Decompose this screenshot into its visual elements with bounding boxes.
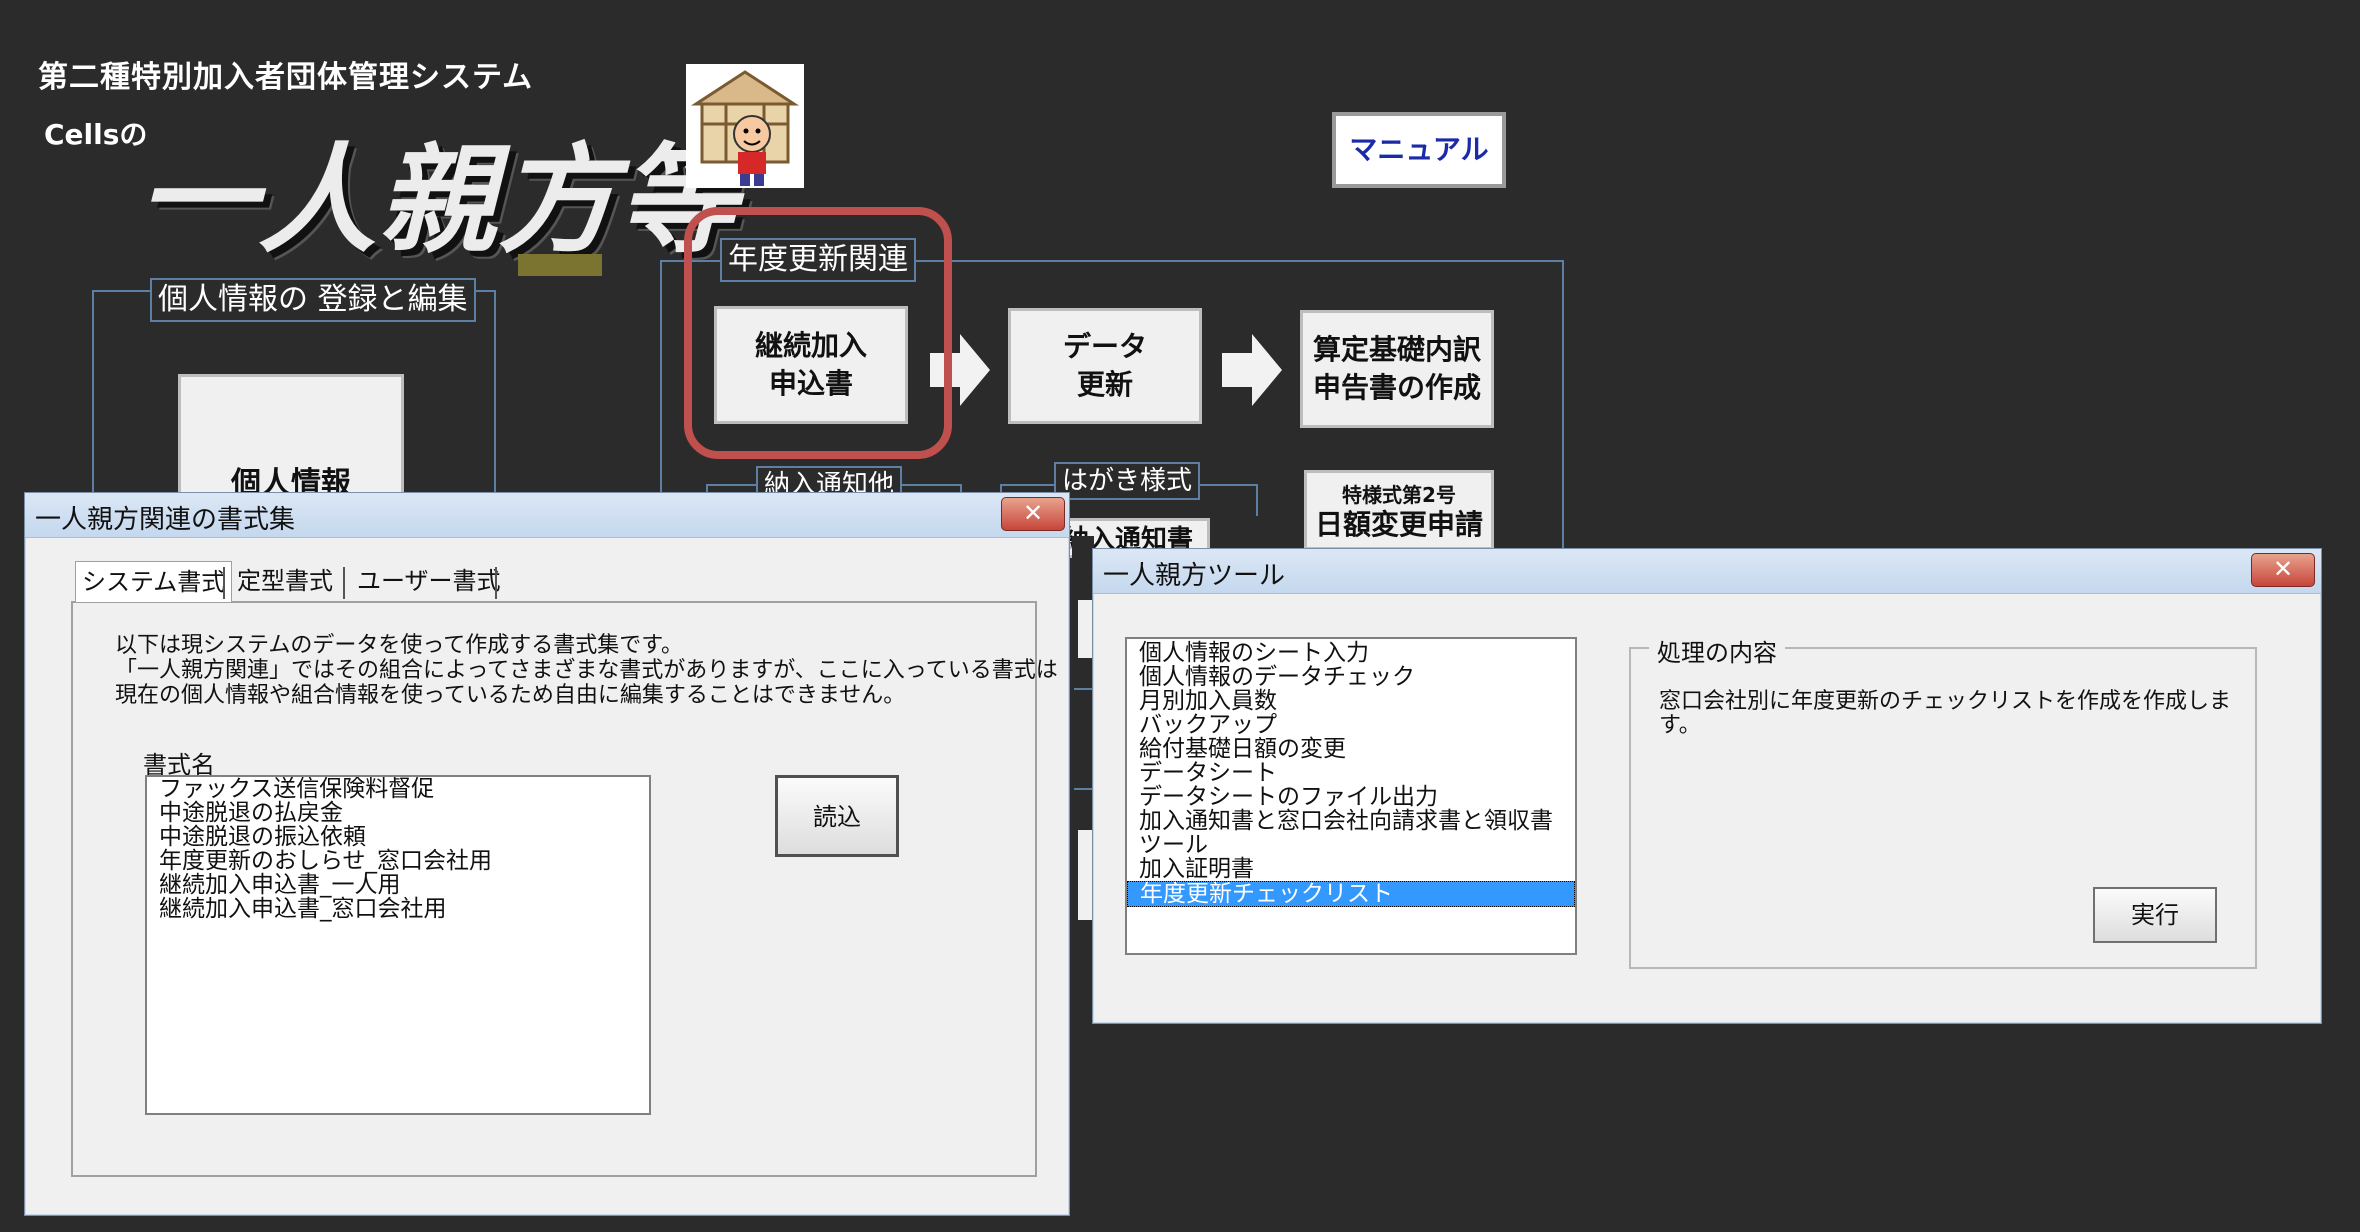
forms-description-line: 以下は現システムのデータを使って作成する書式集です。 bbox=[115, 633, 684, 658]
list-item[interactable]: 継続加入申込書_窓口会社用 bbox=[147, 897, 649, 921]
list-item[interactable]: 年度更新のおしらせ_窓口会社用 bbox=[147, 849, 649, 873]
calc-basis-report-button[interactable]: 算定基礎内訳 申告書の作成 bbox=[1300, 310, 1494, 428]
list-item[interactable]: データシートのファイル出力 bbox=[1127, 785, 1575, 809]
forms-description-line: 「一人親方関連」ではその組合によってさまざまな書式がありますが、ここに入っている… bbox=[115, 658, 1058, 683]
list-item[interactable]: 個人情報のデータチェック bbox=[1127, 665, 1575, 689]
list-item[interactable]: データシート bbox=[1127, 761, 1575, 785]
forms-description-line: 現在の個人情報や組合情報を使っているため自由に編集することはできません。 bbox=[115, 683, 906, 708]
tab-separator bbox=[343, 567, 345, 599]
daily-change-label: 日額変更申請 bbox=[1314, 508, 1483, 541]
tab-standard-forms[interactable]: 定型書式 bbox=[231, 561, 339, 601]
tools-dialog: 一人親方ツール ✕ 個人情報のシート入力 個人情報のデータチェック 月別加入員数… bbox=[1092, 548, 2322, 1024]
list-item[interactable]: 加入通知書と窓口会社向請求書と領収書 bbox=[1127, 809, 1575, 833]
tools-dialog-title: 一人親方ツール bbox=[1103, 561, 1286, 591]
data-update-button[interactable]: データ 更新 bbox=[1008, 308, 1202, 424]
list-item[interactable]: バックアップ bbox=[1127, 713, 1575, 737]
list-item[interactable]: 月別加入員数 bbox=[1127, 689, 1575, 713]
run-button[interactable]: 実行 bbox=[2093, 887, 2217, 943]
tab-separator bbox=[223, 567, 225, 599]
form-name-list[interactable]: ファックス送信保険料督促 中途脱退の払戻金 中途脱退の振込依頼 年度更新のおしら… bbox=[145, 775, 651, 1115]
list-item[interactable]: ファックス送信保険料督促 bbox=[147, 777, 649, 801]
close-icon[interactable]: ✕ bbox=[1001, 497, 1065, 531]
list-item[interactable]: 給付基礎日額の変更 bbox=[1127, 737, 1575, 761]
list-item[interactable]: 継続加入申込書_一人用 bbox=[147, 873, 649, 897]
list-item[interactable]: 中途脱退の払戻金 bbox=[147, 801, 649, 825]
personal-info-legend: 個人情報の 登録と編集 bbox=[150, 278, 476, 322]
app-logo-text: 一人親方等 bbox=[138, 131, 739, 269]
arrow-right-icon bbox=[1222, 334, 1282, 406]
forms-dialog-title: 一人親方関連の書式集 bbox=[35, 505, 296, 535]
version-badge bbox=[518, 254, 602, 276]
system-title: 第二種特別加入者団体管理システム bbox=[38, 60, 534, 95]
tab-user-forms[interactable]: ユーザー書式 bbox=[351, 561, 507, 601]
cells-label: Cellsの bbox=[44, 118, 148, 151]
renewal-highlight-circle bbox=[684, 207, 952, 459]
manual-button[interactable]: マニュアル bbox=[1332, 112, 1506, 188]
list-item[interactable]: 個人情報のシート入力 bbox=[1127, 641, 1575, 665]
list-item[interactable]: 加入証明書 bbox=[1127, 857, 1575, 881]
forms-dialog: 一人親方関連の書式集 ✕ システム書式 定型書式 ユーザー書式 以下は現システム… bbox=[24, 492, 1070, 1216]
list-item-selected[interactable]: 年度更新チェックリスト bbox=[1127, 881, 1575, 907]
load-button[interactable]: 読込 bbox=[775, 775, 899, 857]
forms-dialog-titlebar: 一人親方関連の書式集 ✕ bbox=[25, 493, 1069, 538]
special-form-label: 特様式第2号 bbox=[1342, 483, 1456, 507]
daily-amount-change-button[interactable]: 特様式第2号 日額変更申請 bbox=[1304, 470, 1494, 550]
process-group-label: 処理の内容 bbox=[1649, 633, 1785, 668]
tools-dialog-titlebar: 一人親方ツール ✕ bbox=[1093, 549, 2321, 594]
list-item[interactable]: ツール bbox=[1127, 833, 1575, 857]
list-item[interactable]: 中途脱退の振込依頼 bbox=[147, 825, 649, 849]
tab-separator bbox=[495, 567, 497, 599]
process-description-line: 窓口会社別に年度更新のチェックリストを作成を作成しま bbox=[1659, 689, 2232, 714]
postcard-legend: はがき様式 bbox=[1054, 462, 1201, 500]
mascot-image bbox=[686, 64, 804, 188]
tools-list[interactable]: 個人情報のシート入力 個人情報のデータチェック 月別加入員数 バックアップ 給付… bbox=[1125, 637, 1577, 955]
close-icon[interactable]: ✕ bbox=[2251, 553, 2315, 587]
process-description-line: す。 bbox=[1659, 713, 1701, 738]
tab-system-forms[interactable]: システム書式 bbox=[75, 561, 233, 602]
